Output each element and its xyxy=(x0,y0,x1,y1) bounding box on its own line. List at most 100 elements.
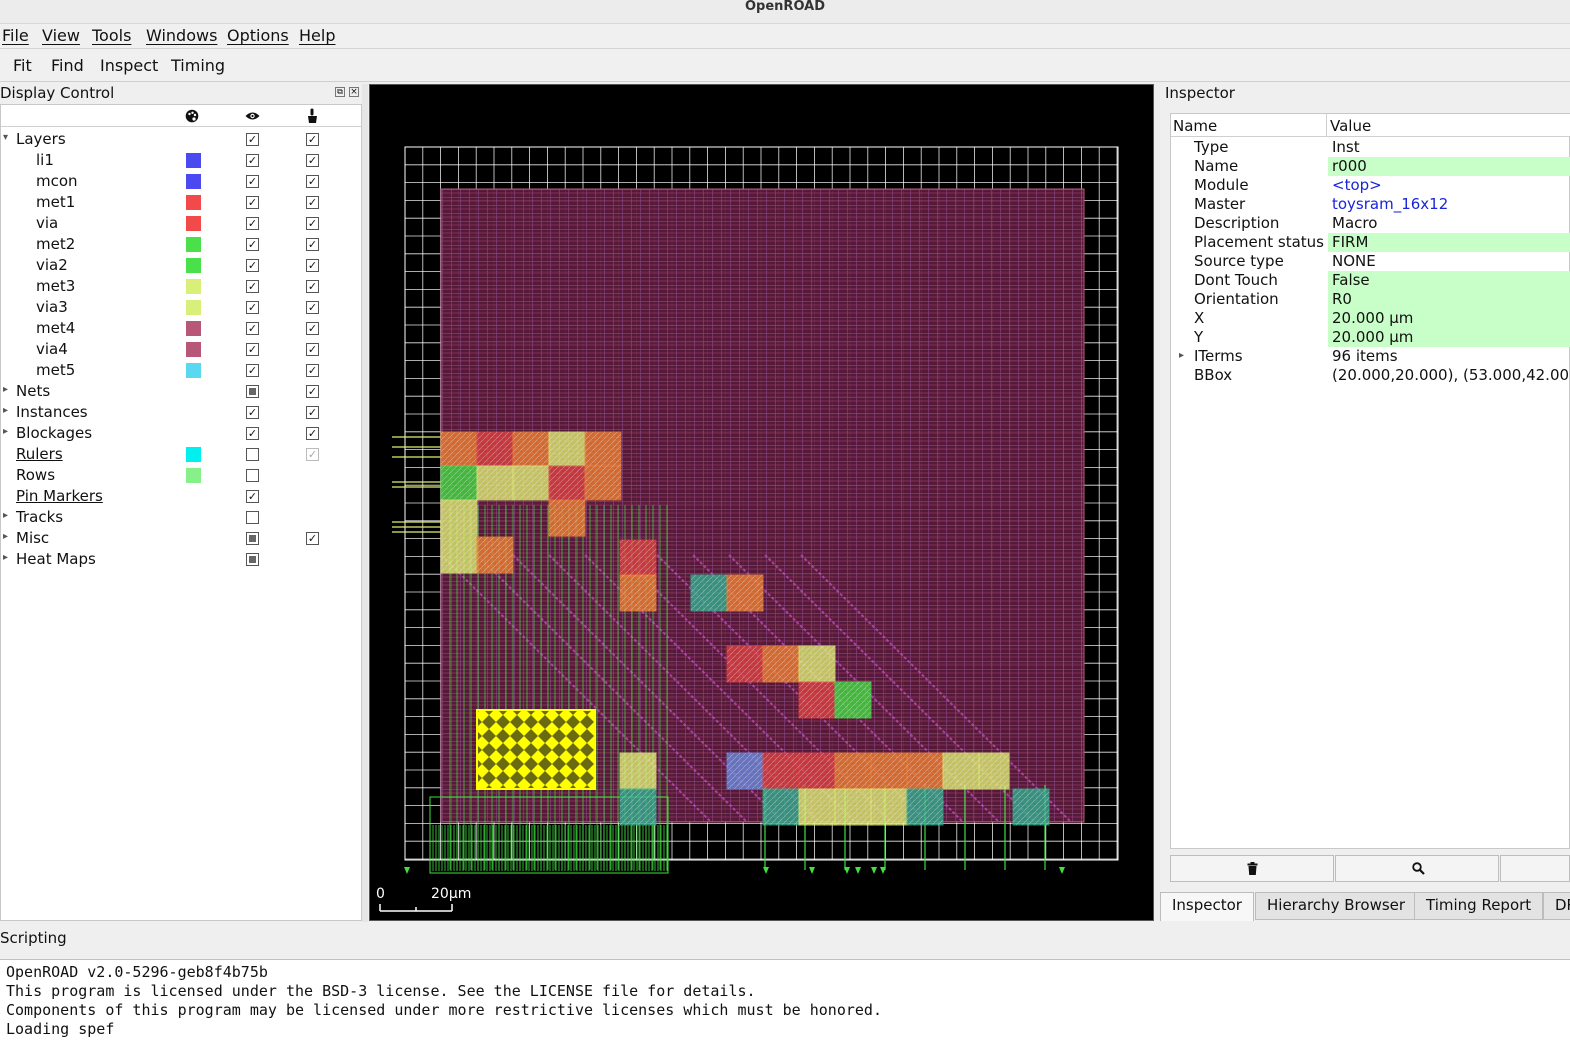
display-row-via2[interactable]: via2 xyxy=(1,255,361,276)
chevron-right-icon[interactable]: ▸ xyxy=(3,531,8,542)
color-swatch[interactable] xyxy=(186,363,201,378)
color-swatch[interactable] xyxy=(186,195,201,210)
selectable-checkbox[interactable] xyxy=(306,427,319,440)
selectable-checkbox[interactable] xyxy=(306,217,319,230)
chevron-right-icon[interactable]: ▸ xyxy=(3,384,8,395)
tab-inspector[interactable]: Inspector xyxy=(1160,892,1254,921)
inspector-row-module[interactable]: Module <top> xyxy=(1171,176,1570,195)
color-swatch[interactable] xyxy=(186,279,201,294)
selectable-checkbox[interactable] xyxy=(306,196,319,209)
display-row-met3[interactable]: met3 xyxy=(1,276,361,297)
visible-checkbox[interactable] xyxy=(246,469,259,482)
inspector-row-placement-status[interactable]: Placement status FIRM xyxy=(1171,233,1570,252)
property-value[interactable]: toysram_16x12 xyxy=(1328,195,1570,214)
visible-checkbox[interactable] xyxy=(246,343,259,356)
display-row-heat-maps[interactable]: ▸ Heat Maps xyxy=(1,549,361,570)
float-icon[interactable]: ⧉ xyxy=(335,87,345,97)
find-button[interactable]: Find xyxy=(51,56,84,75)
visible-checkbox[interactable] xyxy=(246,511,259,524)
visible-checkbox[interactable] xyxy=(246,427,259,440)
fit-button[interactable]: Fit xyxy=(13,56,32,75)
inspector-row-orientation[interactable]: Orientation R0 xyxy=(1171,290,1570,309)
visible-checkbox[interactable] xyxy=(246,406,259,419)
chevron-right-icon[interactable]: ▸ xyxy=(3,405,8,416)
property-value[interactable]: r000 xyxy=(1328,157,1570,176)
inspector-row-master[interactable]: Master toysram_16x12 xyxy=(1171,195,1570,214)
color-swatch[interactable] xyxy=(186,216,201,231)
color-swatch[interactable] xyxy=(186,342,201,357)
menu-view[interactable]: View xyxy=(42,26,80,45)
display-row-met4[interactable]: met4 xyxy=(1,318,361,339)
visible-checkbox[interactable] xyxy=(246,301,259,314)
tab-timing-report[interactable]: Timing Report xyxy=(1414,892,1544,920)
display-row-nets[interactable]: ▸ Nets xyxy=(1,381,361,402)
selectable-checkbox[interactable] xyxy=(306,364,319,377)
close-icon[interactable]: × xyxy=(349,87,359,97)
column-name-header[interactable]: Name xyxy=(1173,117,1217,135)
visible-checkbox[interactable] xyxy=(246,532,259,545)
chevron-right-icon[interactable]: ▸ xyxy=(1179,350,1184,361)
visible-checkbox[interactable] xyxy=(246,238,259,251)
visible-checkbox[interactable] xyxy=(246,385,259,398)
visible-checkbox[interactable] xyxy=(246,196,259,209)
display-row-mcon[interactable]: mcon xyxy=(1,171,361,192)
display-row-blockages[interactable]: ▸ Blockages xyxy=(1,423,361,444)
chevron-right-icon[interactable]: ▸ xyxy=(3,552,8,563)
selectable-checkbox[interactable] xyxy=(306,532,319,545)
property-value[interactable]: <top> xyxy=(1328,176,1570,195)
color-swatch[interactable] xyxy=(186,174,201,189)
display-row-li1[interactable]: li1 xyxy=(1,150,361,171)
menu-tools[interactable]: Tools xyxy=(92,26,131,45)
visible-checkbox[interactable] xyxy=(246,490,259,503)
property-value[interactable]: FIRM xyxy=(1328,233,1570,252)
display-row-via3[interactable]: via3 xyxy=(1,297,361,318)
tab-hierarchy-browser[interactable]: Hierarchy Browser xyxy=(1255,892,1418,920)
color-swatch[interactable] xyxy=(186,237,201,252)
display-row-rulers[interactable]: Rulers xyxy=(1,444,361,465)
visible-checkbox[interactable] xyxy=(246,175,259,188)
inspector-row-x[interactable]: X 20.000 μm xyxy=(1171,309,1570,328)
timing-button[interactable]: Timing xyxy=(171,56,225,75)
selectable-checkbox[interactable] xyxy=(306,259,319,272)
delete-button[interactable] xyxy=(1170,855,1334,882)
chevron-down-icon[interactable]: ▾ xyxy=(3,132,8,143)
inspector-row-source-type[interactable]: Source type NONE xyxy=(1171,252,1570,271)
tab-dr[interactable]: DR xyxy=(1543,892,1570,920)
visible-checkbox[interactable] xyxy=(246,217,259,230)
property-value[interactable]: False xyxy=(1328,271,1570,290)
display-row-instances[interactable]: ▸ Instances xyxy=(1,402,361,423)
property-value[interactable]: 20.000 μm xyxy=(1328,309,1570,328)
color-swatch[interactable] xyxy=(186,153,201,168)
display-row-layers[interactable]: ▾ Layers xyxy=(1,129,361,150)
selectable-checkbox[interactable] xyxy=(306,301,319,314)
layout-view[interactable]: 0 20μm xyxy=(369,84,1154,921)
visible-checkbox[interactable] xyxy=(246,133,259,146)
inspector-row-iterms[interactable]: ▸ ITerms 96 items xyxy=(1171,347,1570,366)
selectable-checkbox[interactable] xyxy=(306,385,319,398)
scripting-console[interactable]: OpenROAD v2.0-5296-geb8f4b75b This progr… xyxy=(0,959,1570,1051)
display-row-via4[interactable]: via4 xyxy=(1,339,361,360)
display-row-pin-markers[interactable]: Pin Markers xyxy=(1,486,361,507)
selectable-checkbox[interactable] xyxy=(306,133,319,146)
menu-file[interactable]: File xyxy=(2,26,29,45)
inspector-row-type[interactable]: Type Inst xyxy=(1171,138,1570,157)
display-row-tracks[interactable]: ▸ Tracks xyxy=(1,507,361,528)
selectable-checkbox[interactable] xyxy=(306,448,319,461)
selectable-checkbox[interactable] xyxy=(306,154,319,167)
display-row-met2[interactable]: met2 xyxy=(1,234,361,255)
display-row-misc[interactable]: ▸ Misc xyxy=(1,528,361,549)
display-row-via[interactable]: via xyxy=(1,213,361,234)
column-value-header[interactable]: Value xyxy=(1330,117,1371,135)
color-swatch[interactable] xyxy=(186,468,201,483)
selectable-checkbox[interactable] xyxy=(306,322,319,335)
color-swatch[interactable] xyxy=(186,258,201,273)
selectable-checkbox[interactable] xyxy=(306,175,319,188)
selectable-checkbox[interactable] xyxy=(306,238,319,251)
menu-options[interactable]: Options xyxy=(227,26,289,45)
selectable-checkbox[interactable] xyxy=(306,280,319,293)
visible-checkbox[interactable] xyxy=(246,448,259,461)
display-row-rows[interactable]: Rows xyxy=(1,465,361,486)
inspector-row-name[interactable]: Name r000 xyxy=(1171,157,1570,176)
color-swatch[interactable] xyxy=(186,447,201,462)
color-swatch[interactable] xyxy=(186,300,201,315)
